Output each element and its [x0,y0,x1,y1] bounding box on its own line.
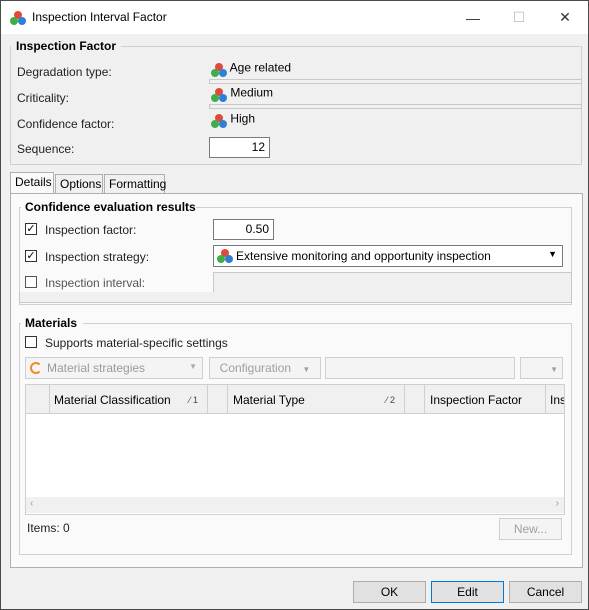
scroll-right-icon[interactable]: › [556,498,559,509]
close-button[interactable]: ✕ [542,1,588,34]
field-underline [19,292,572,303]
criticality-label: Criticality: [17,91,70,105]
materials-grid[interactable]: Material Classification ⁄ 1 Material Typ… [25,384,565,515]
chevron-down-icon: ▼ [302,365,311,374]
tab-options[interactable]: Options [55,174,103,193]
sort-icon: ⁄ 2 [386,395,396,405]
column-header-material-classification[interactable]: Material Classification [54,393,171,407]
chevron-down-icon: ▼ [550,365,558,374]
material-strategies-label: Material strategies [47,361,146,375]
field-underline [209,104,582,109]
inspection-factor-checkbox[interactable]: ✓ [25,223,37,235]
dialog-window: Inspection Interval Factor — ☐ ✕ Inspect… [0,0,589,610]
column-separator [545,385,546,413]
supports-material-checkbox[interactable] [25,336,37,348]
confidence-factor-field: High [209,111,580,133]
degradation-type-field: Age related [209,60,582,84]
minimize-button[interactable]: — [450,1,496,34]
column-separator [424,385,425,413]
column-header-ins[interactable]: Ins [550,393,564,407]
sort-icon: ⁄ 1 [189,395,199,405]
items-count: Items: 0 [27,521,70,535]
grid-header: Material Classification ⁄ 1 Material Typ… [26,385,564,414]
app-icon [10,10,26,25]
criticality-value: Medium [230,85,274,100]
edit-button[interactable]: Edit [431,581,504,603]
material-filter-field[interactable] [325,357,515,379]
ok-button[interactable]: OK [353,581,426,603]
title-bar[interactable]: Inspection Interval Factor — ☐ ✕ [1,1,588,34]
scroll-left-icon[interactable]: ‹ [30,498,33,509]
material-options-dropdown[interactable]: ▼ [520,357,563,379]
checkmark-icon: ✓ [26,250,36,262]
confidence-results-heading: Confidence evaluation results [25,200,196,214]
column-separator [227,385,228,413]
new-material-button[interactable]: New... [499,518,562,540]
sequence-label: Sequence: [17,142,75,156]
chevron-down-icon: ▼ [189,362,197,371]
minimize-icon: — [466,9,480,26]
inspection-strategy-label: Inspection strategy: [45,250,150,264]
status-icon [211,88,227,102]
inspection-interval-field [213,272,572,294]
degradation-type-value: Age related [229,60,292,75]
column-separator [49,385,50,413]
tab-details[interactable]: Details [10,172,54,193]
supports-material-label: Supports material-specific settings [45,336,228,350]
confidence-factor-label: Confidence factor: [17,117,115,131]
column-separator [207,385,208,413]
inspection-interval-label: Inspection interval: [45,276,146,290]
tab-formatting[interactable]: Formatting [104,174,166,193]
field-underline [209,79,582,84]
inspection-interval-checkbox[interactable] [25,276,37,288]
strategy-icon [217,249,233,263]
column-header-inspection-factor[interactable]: Inspection Factor [430,393,522,407]
configuration-button[interactable]: Configuration ▼ [209,357,321,379]
checkmark-icon: ✓ [26,223,36,235]
maximize-icon: ☐ [512,9,526,25]
status-icon [211,63,227,77]
maximize-button[interactable]: ☐ [496,1,542,34]
inspection-factor-input[interactable]: 0.50 [213,219,274,240]
cancel-button[interactable]: Cancel [509,581,582,603]
inspection-strategy-checkbox[interactable]: ✓ [25,250,37,262]
inspection-strategy-value: Extensive monitoring and opportunity ins… [236,249,491,263]
confidence-factor-value: High [230,111,256,126]
strategies-icon [30,362,42,374]
close-icon: ✕ [559,9,571,25]
materials-group-title: Materials [25,316,78,330]
inspection-strategy-select[interactable]: Extensive monitoring and opportunity ins… [213,245,563,267]
degradation-type-label: Degradation type: [17,65,112,79]
window-title: Inspection Interval Factor [32,10,167,24]
status-icon [211,114,227,128]
material-strategies-dropdown[interactable]: Material strategies ▼ [25,357,203,379]
configuration-label: Configuration [219,361,292,375]
column-header-material-type[interactable]: Material Type [233,393,305,407]
chevron-down-icon: ▼ [548,249,557,259]
horizontal-scrollbar[interactable]: ‹ › [26,497,564,513]
inspection-factor-label: Inspection factor: [45,223,137,237]
criticality-field: Medium [209,85,582,109]
sequence-input[interactable]: 12 [209,137,270,158]
column-separator [404,385,405,413]
